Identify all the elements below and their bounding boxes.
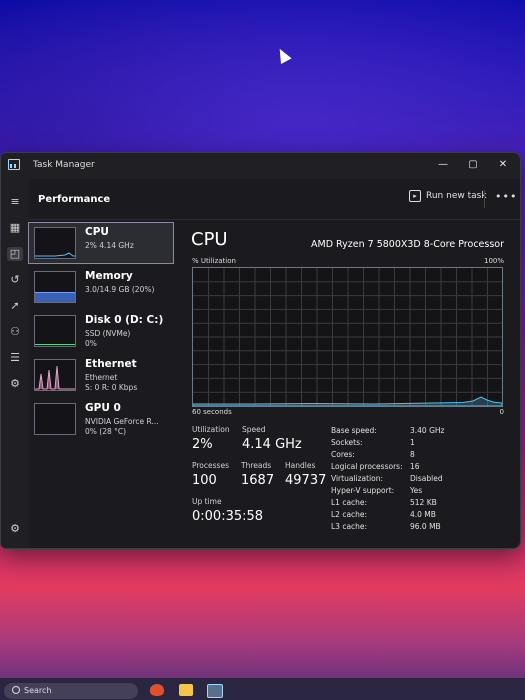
hyper-v-support-value: Yes: [410, 486, 423, 495]
navigation-rail: ≡ ▦ ◰ ↺ ➚ ⚇ ☰ ⚙ ⚙: [1, 179, 29, 548]
taskbar: Search: [0, 678, 525, 700]
mouse-cursor: [274, 46, 292, 64]
more-options-button[interactable]: •••: [495, 190, 517, 203]
sidebar-item-detail: 3.0/14.9 GB (20%): [85, 285, 155, 294]
sidebar-item-detail-2: 0% (28 °C): [85, 427, 127, 436]
settings-icon[interactable]: ⚙: [7, 522, 23, 536]
utilization-value: 2%: [192, 437, 213, 452]
task-manager-app-icon: [8, 159, 20, 170]
uptime-value: 0:00:35:58: [192, 509, 264, 524]
task-manager-taskbar-icon[interactable]: [207, 684, 223, 698]
processor-name: AMD Ryzen 7 5800X3D 8-Core Processor: [311, 239, 504, 250]
sidebar-item-disk-0[interactable]: Disk 0 (D: C:) SSD (NVMe) 0%: [29, 311, 173, 351]
sockets-value: 1: [410, 438, 415, 447]
sidebar-item-detail: 2% 4.14 GHz: [85, 241, 134, 250]
utilization-max-label: 100%: [483, 257, 504, 265]
search-icon: [12, 686, 20, 694]
logical-processors-label: Logical processors:: [331, 462, 403, 471]
details-icon[interactable]: ☰: [7, 351, 23, 365]
processes-label: Processes: [192, 461, 229, 470]
cpu-graph-svg: [193, 268, 502, 406]
sidebar-item-label: Disk 0 (D: C:): [85, 314, 164, 326]
handles-label: Handles: [285, 461, 316, 470]
gpu-thumbnail-graph: [34, 403, 76, 435]
hyper-v-support-label: Hyper-V support:: [331, 486, 395, 495]
logical-processors-value: 16: [410, 462, 420, 471]
services-icon[interactable]: ⚙: [7, 377, 23, 391]
taskbar-search-box[interactable]: Search: [4, 683, 138, 699]
processes-value: 100: [192, 473, 217, 488]
app-history-icon[interactable]: ↺: [7, 273, 23, 287]
maximize-button[interactable]: ▢: [461, 157, 485, 173]
title-bar[interactable]: Task Manager — ▢ ✕: [1, 153, 520, 179]
cpu-utilization-graph: [192, 267, 503, 407]
sidebar-item-detail: NVIDIA GeForce R...: [85, 417, 159, 426]
brave-browser-icon[interactable]: [150, 684, 164, 696]
run-new-task-label: Run new task: [426, 191, 487, 201]
ethernet-thumbnail-graph: [34, 359, 76, 391]
l2-cache-label: L2 cache:: [331, 510, 368, 519]
minimize-button[interactable]: —: [431, 157, 455, 173]
memory-thumbnail-graph: [34, 271, 76, 303]
run-new-task-button[interactable]: ▸ Run new task: [409, 190, 487, 202]
utilization-label: Utilization: [192, 425, 230, 434]
uptime-label: Up time: [192, 497, 222, 506]
sidebar-item-label: Memory: [85, 270, 133, 282]
disk-thumbnail-graph: [34, 315, 76, 347]
speed-label: Speed: [242, 425, 266, 434]
users-icon[interactable]: ⚇: [7, 325, 23, 339]
processes-icon[interactable]: ▦: [7, 221, 23, 235]
sidebar-item-detail-2: 0%: [85, 339, 97, 348]
l1-cache-label: L1 cache:: [331, 498, 368, 507]
sidebar-item-memory[interactable]: Memory 3.0/14.9 GB (20%): [29, 267, 173, 307]
sidebar-item-detail: SSD (NVMe): [85, 329, 131, 338]
sidebar-item-ethernet[interactable]: Ethernet Ethernet S: 0 R: 0 Kbps: [29, 355, 173, 395]
graph-grid: [193, 268, 502, 406]
content-area: Performance ▸ Run new task ••• CPU 2% 4.…: [28, 179, 520, 548]
task-manager-window: Task Manager — ▢ ✕ ≡ ▦ ◰ ↺ ➚ ⚇ ☰ ⚙ ⚙ Per…: [0, 152, 521, 549]
window-title: Task Manager: [33, 160, 95, 170]
page-header: Performance ▸ Run new task •••: [29, 179, 520, 220]
threads-value: 1687: [241, 473, 275, 488]
utilization-axis-label: % Utilization: [192, 257, 236, 265]
startup-apps-icon[interactable]: ➚: [7, 299, 23, 313]
graph-time-label: 60 seconds: [192, 408, 232, 416]
search-placeholder: Search: [24, 686, 52, 695]
sidebar-item-label: CPU: [85, 226, 109, 238]
threads-label: Threads: [241, 461, 272, 470]
performance-icon[interactable]: ◰: [7, 247, 23, 261]
base-speed-label: Base speed:: [331, 426, 377, 435]
virtualization-value: Disabled: [410, 474, 443, 483]
sidebar-item-gpu-0[interactable]: GPU 0 NVIDIA GeForce R... 0% (28 °C): [29, 399, 173, 439]
graph-time-end-label: 0: [499, 408, 504, 416]
handles-value: 49737: [285, 473, 327, 488]
l3-cache-label: L3 cache:: [331, 522, 368, 531]
cores-label: Cores:: [331, 450, 355, 459]
virtualization-label: Virtualization:: [331, 474, 384, 483]
cpu-details-panel: CPU AMD Ryzen 7 5800X3D 8-Core Processor…: [181, 227, 512, 542]
cpu-thumbnail-graph: [34, 227, 76, 259]
speed-value: 4.14 GHz: [242, 437, 302, 452]
run-task-icon: ▸: [409, 190, 421, 202]
sidebar-item-detail-2: S: 0 R: 0 Kbps: [85, 383, 138, 392]
header-divider: [484, 190, 485, 208]
file-explorer-icon[interactable]: [179, 684, 193, 696]
sidebar-item-cpu[interactable]: CPU 2% 4.14 GHz: [28, 222, 174, 264]
base-speed-value: 3.40 GHz: [410, 426, 445, 435]
l2-cache-value: 4.0 MB: [410, 510, 436, 519]
page-title: Performance: [38, 194, 111, 205]
l1-cache-value: 512 KB: [410, 498, 437, 507]
sidebar-item-label: Ethernet: [85, 358, 137, 370]
sockets-label: Sockets:: [331, 438, 363, 447]
sidebar-item-label: GPU 0: [85, 402, 121, 414]
close-button[interactable]: ✕: [491, 157, 515, 173]
hamburger-icon[interactable]: ≡: [7, 195, 23, 209]
sidebar-item-detail: Ethernet: [85, 373, 118, 382]
cpu-heading: CPU: [191, 229, 228, 250]
l3-cache-value: 96.0 MB: [410, 522, 441, 531]
cores-value: 8: [410, 450, 415, 459]
performance-sidebar: CPU 2% 4.14 GHz Memory 3.0/14.9 GB (20%)…: [28, 222, 174, 542]
